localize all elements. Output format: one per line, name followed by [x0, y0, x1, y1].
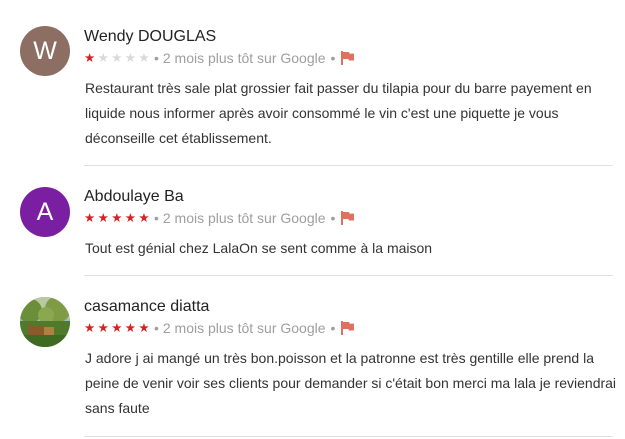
star-filled-icon: ★	[138, 320, 150, 335]
review-text: Restaurant très sale plat grossier fait …	[85, 80, 592, 146]
star-filled-icon: ★	[138, 210, 150, 225]
reviewer-name[interactable]: Abdoulaye Ba	[84, 188, 184, 206]
flag-icon[interactable]	[341, 51, 355, 65]
avatar[interactable]: W	[20, 26, 70, 76]
review-meta: ★ ★ ★ ★ ★ • 2 mois plus tôt sur Google •	[84, 210, 355, 226]
divider	[84, 275, 613, 276]
avatar[interactable]	[20, 297, 70, 347]
star-filled-icon: ★	[84, 50, 96, 65]
review-time: 2 mois plus tôt sur Google	[162, 210, 326, 226]
star-filled-icon: ★	[97, 210, 109, 225]
divider	[84, 436, 613, 437]
star-filled-icon: ★	[111, 320, 123, 335]
separator-dot: •	[153, 320, 159, 336]
avatar[interactable]: A	[20, 187, 70, 237]
review-meta: ★ ★ ★ ★ ★ • 2 mois plus tôt sur Google •	[84, 320, 355, 336]
star-empty-icon: ★	[97, 50, 109, 65]
star-filled-icon: ★	[84, 210, 96, 225]
separator-dot: •	[330, 210, 336, 226]
star-filled-icon: ★	[124, 320, 136, 335]
review-meta: ★ ★ ★ ★ ★ • 2 mois plus tôt sur Google •	[84, 50, 355, 66]
flag-icon[interactable]	[341, 321, 355, 335]
reviewer-name[interactable]: casamance diatta	[84, 298, 209, 316]
star-filled-icon: ★	[84, 320, 96, 335]
divider	[84, 165, 613, 166]
review-text: J adore j ai mangé un très bon.poisson e…	[85, 350, 617, 416]
separator-dot: •	[153, 50, 159, 66]
star-empty-icon: ★	[138, 50, 150, 65]
review-text: Tout est génial chez LalaOn se sent comm…	[85, 240, 433, 256]
star-empty-icon: ★	[111, 50, 123, 65]
reviewer-name[interactable]: Wendy DOUGLAS	[84, 28, 216, 46]
star-filled-icon: ★	[97, 320, 109, 335]
star-filled-icon: ★	[124, 210, 136, 225]
avatar-letter: A	[36, 197, 54, 226]
star-rating: ★ ★ ★ ★ ★	[84, 320, 152, 335]
separator-dot: •	[153, 210, 159, 226]
flag-icon[interactable]	[341, 211, 355, 225]
separator-dot: •	[330, 50, 336, 66]
separator-dot: •	[330, 320, 336, 336]
star-filled-icon: ★	[111, 210, 123, 225]
star-rating: ★ ★ ★ ★ ★	[84, 50, 152, 65]
review-time: 2 mois plus tôt sur Google	[162, 320, 326, 336]
review-time: 2 mois plus tôt sur Google	[162, 50, 326, 66]
star-rating: ★ ★ ★ ★ ★	[84, 210, 152, 225]
star-empty-icon: ★	[124, 50, 136, 65]
avatar-letter: W	[33, 36, 57, 65]
avatar-photo	[20, 297, 70, 347]
